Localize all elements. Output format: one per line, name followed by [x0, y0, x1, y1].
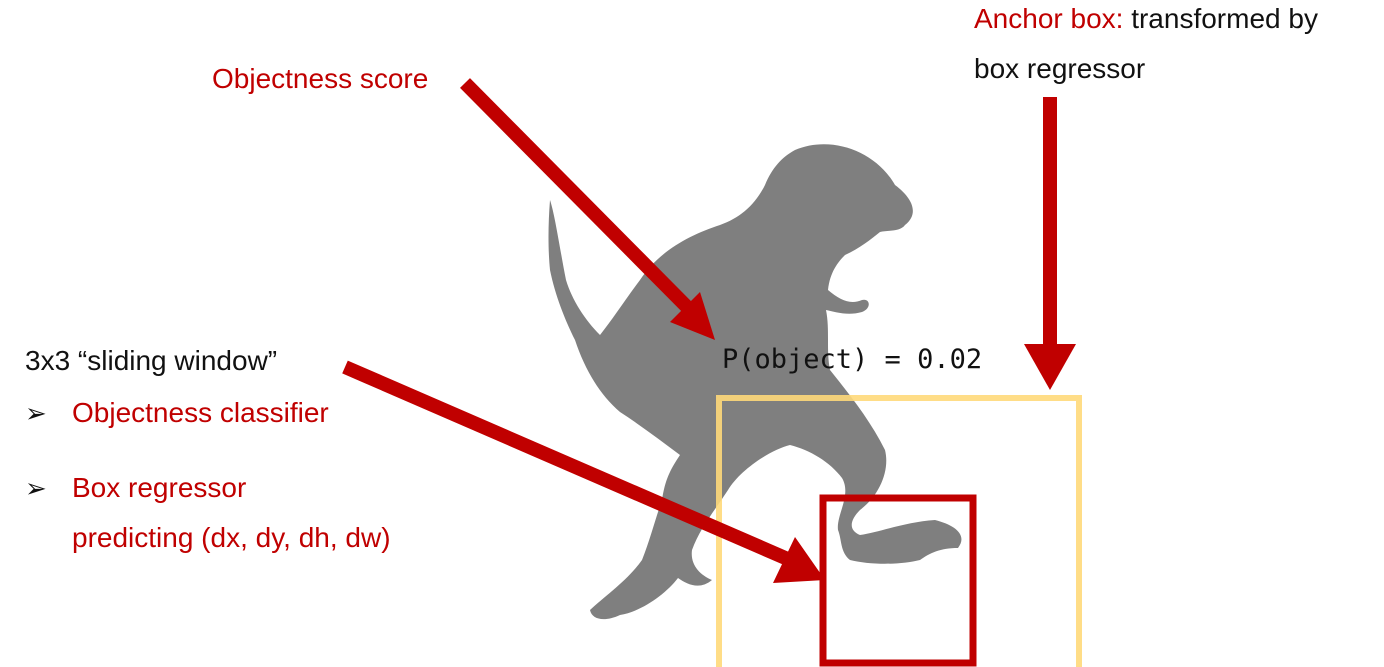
- anchor-box-label-prefix: Anchor box:: [974, 3, 1124, 34]
- box-regressor-label: Box regressor: [72, 472, 247, 503]
- objectness-classifier-label: Objectness classifier: [72, 397, 329, 428]
- bullet-arrow-icon: ➢: [25, 398, 47, 428]
- box-regressor-detail: predicting (dx, dy, dh, dw): [72, 522, 391, 553]
- bullet-arrow-icon: ➢: [25, 473, 47, 503]
- objectness-arrow: [460, 78, 715, 340]
- probability-label: P(object) = 0.02: [722, 344, 983, 375]
- anchor-arrow: [1024, 97, 1076, 390]
- anchor-box-label-line2: box regressor: [974, 53, 1146, 84]
- diagram-canvas: [342, 78, 1082, 667]
- anchor-box-label-rest: transformed by: [1123, 3, 1318, 34]
- anchor-box-label: Anchor box: transformed by: [974, 2, 1384, 36]
- objectness-score-label: Objectness score: [212, 63, 429, 94]
- sliding-window-label: 3x3 “sliding window”: [25, 345, 278, 376]
